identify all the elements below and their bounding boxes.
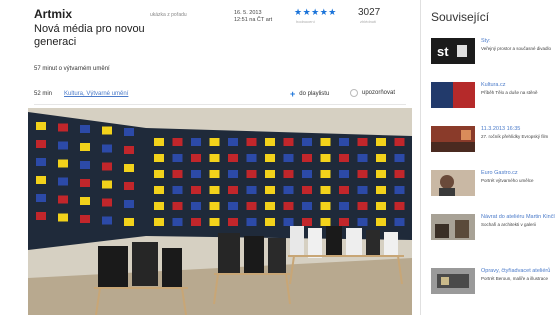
bell-icon — [350, 89, 358, 97]
view-count-caption: zhlédnutí — [360, 19, 377, 24]
add-to-playlist-button[interactable]: + do playlistu — [290, 89, 329, 99]
category-link[interactable]: Kultura, Výtvarné umění — [64, 91, 128, 97]
related-title: Sty: — [481, 38, 491, 44]
related-item[interactable]: Opravy, čtyřiadvacet ateliérů Portrét Be… — [431, 268, 557, 304]
related-thumbnail — [431, 170, 475, 196]
related-title: Opravy, čtyřiadvacet ateliérů — [481, 268, 551, 274]
rating-stars[interactable]: ★★★★★ — [294, 7, 337, 18]
video-subtitle: Nová média pro novou generaci — [34, 23, 145, 48]
related-subtitle: 27. ročník přehlídky Evropský film — [481, 134, 549, 139]
video-description: 57 minut o výtvarném umění — [34, 66, 110, 72]
related-subtitle: Sochaři a architekti v galerii — [481, 222, 537, 227]
related-subtitle: Portrét Beroun, malíře a illustrace — [481, 276, 549, 281]
related-subtitle: Veřejný prostor a současné divadlo — [481, 46, 552, 51]
related-heading: Související — [431, 10, 490, 24]
remind-label: upozorňovat — [362, 90, 396, 96]
related-title: 11.3.2013 16:35 — [481, 126, 521, 132]
add-to-playlist-label: do playlistu — [299, 91, 330, 97]
related-title: Návrat do ateliéru Martin Kinčl — [481, 214, 555, 220]
broadcast-date: 16. 5. 2013 12:51 na ČT art — [234, 10, 294, 24]
meta-row: 52 min Kultura, Výtvarné umění + do play… — [34, 89, 406, 101]
related-title: Euro Gastro.cz — [481, 170, 518, 176]
related-thumbnail — [431, 268, 475, 294]
related-sidebar: Související st Sty: Veřejný prostor a so… — [420, 0, 558, 315]
video-detail: Artmix Nová média pro novou generaci uká… — [0, 0, 420, 315]
related-title: Kultura.cz — [481, 82, 506, 88]
view-count: 3027 — [358, 7, 381, 18]
broadcast-time-value: 12:51 na ČT art — [234, 17, 273, 23]
related-item[interactable]: st Sty: Veřejný prostor a současné divad… — [431, 38, 557, 74]
rating-caption: hodnocení — [296, 19, 315, 24]
related-item[interactable]: Návrat do ateliéru Martin Kinčl Sochaři … — [431, 214, 557, 250]
plus-icon: + — [290, 89, 296, 99]
related-thumbnail: st — [431, 38, 475, 64]
related-item[interactable]: Euro Gastro.cz Portrét výtvarného umělce — [431, 170, 557, 206]
svg-text:st: st — [437, 44, 449, 59]
video-duration: 52 min — [34, 91, 53, 97]
related-item[interactable]: 11.3.2013 16:35 27. ročník přehlídky Evr… — [431, 126, 557, 162]
remind-button[interactable]: upozorňovat — [350, 89, 395, 97]
video-player[interactable] — [28, 108, 412, 315]
related-thumbnail — [431, 126, 475, 152]
related-item[interactable]: Kultura.cz Příběh Tělo a duše na stěně — [431, 82, 557, 118]
related-thumbnail — [431, 214, 475, 240]
video-byline: ukázka z pořadu — [150, 12, 187, 18]
broadcast-date-value: 16. 5. 2013 — [234, 10, 262, 16]
divider — [34, 104, 406, 105]
related-subtitle: Portrét výtvarného umělce — [481, 178, 534, 183]
video-frame — [28, 108, 412, 315]
related-subtitle: Příběh Tělo a duše na stěně — [481, 90, 538, 95]
related-thumbnail — [431, 82, 475, 108]
video-title[interactable]: Artmix — [34, 8, 72, 21]
